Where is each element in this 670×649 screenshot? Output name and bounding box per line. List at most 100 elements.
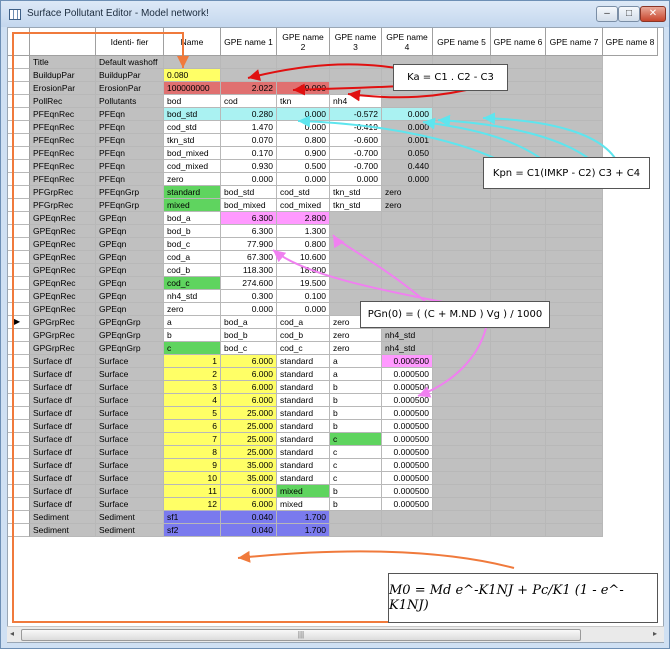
grid-cell[interactable]	[491, 251, 546, 264]
grid-cell[interactable]: zero	[330, 329, 382, 342]
grid-cell[interactable]: 0.170	[221, 147, 277, 160]
grid-cell[interactable]: 0.280	[221, 108, 277, 121]
grid-cell[interactable]	[491, 485, 546, 498]
grid-cell[interactable]: 6.000	[221, 381, 277, 394]
grid-cell[interactable]	[491, 134, 546, 147]
grid-cell[interactable]	[491, 524, 546, 537]
row-indicator[interactable]	[8, 69, 30, 82]
grid-cell[interactable]: 0.000500	[382, 407, 433, 420]
grid-cell[interactable]	[433, 394, 491, 407]
grid-cell[interactable]: 0.000	[221, 303, 277, 316]
grid-cell[interactable]: GPEqn	[96, 277, 164, 290]
grid-cell[interactable]: cod	[221, 95, 277, 108]
grid-cell[interactable]	[491, 329, 546, 342]
grid-cell[interactable]: Surface df	[30, 355, 96, 368]
grid-cell[interactable]: GPGrpRec	[30, 329, 96, 342]
grid-cell[interactable]: 1.700	[277, 511, 330, 524]
grid-cell[interactable]: c	[330, 459, 382, 472]
grid-cell[interactable]: GPEqn	[96, 303, 164, 316]
grid-cell[interactable]	[382, 251, 433, 264]
grid-cell[interactable]: cod_b	[164, 264, 221, 277]
grid-cell[interactable]: PFEqnGrp	[96, 199, 164, 212]
grid-cell[interactable]: a	[330, 368, 382, 381]
row-indicator[interactable]	[8, 264, 30, 277]
grid-cell[interactable]	[330, 238, 382, 251]
grid-cell[interactable]: PFEqnRec	[30, 173, 96, 186]
grid-cell[interactable]	[546, 446, 603, 459]
grid-cell[interactable]: GPEqn	[96, 290, 164, 303]
grid-cell[interactable]: b	[330, 498, 382, 511]
grid-cell[interactable]: standard	[277, 446, 330, 459]
grid-cell[interactable]: cod_c	[164, 277, 221, 290]
grid-cell[interactable]	[491, 355, 546, 368]
column-header[interactable]: GPE name 5	[433, 28, 491, 56]
grid-cell[interactable]: 0.000500	[382, 381, 433, 394]
grid-cell[interactable]	[382, 225, 433, 238]
grid-cell[interactable]: 2.800	[277, 212, 330, 225]
grid-cell[interactable]: bod_a	[221, 316, 277, 329]
grid-cell[interactable]: 1.470	[221, 121, 277, 134]
grid-cell[interactable]: -0.419	[330, 121, 382, 134]
grid-cell[interactable]: GPEqnRec	[30, 251, 96, 264]
grid-cell[interactable]: PFEqnRec	[30, 134, 96, 147]
grid-cell[interactable]: a	[164, 316, 221, 329]
grid-cell[interactable]	[546, 368, 603, 381]
grid-cell[interactable]: PFEqnRec	[30, 147, 96, 160]
grid-cell[interactable]: sf1	[164, 511, 221, 524]
grid-cell[interactable]	[382, 277, 433, 290]
grid-cell[interactable]	[382, 212, 433, 225]
grid-cell[interactable]: 0.100	[277, 290, 330, 303]
grid-cell[interactable]: Pollutants	[96, 95, 164, 108]
grid-cell[interactable]	[491, 446, 546, 459]
grid-cell[interactable]: 6.000	[221, 394, 277, 407]
grid-cell[interactable]: cod_mixed	[164, 160, 221, 173]
grid-cell[interactable]: PFEqn	[96, 134, 164, 147]
grid-cell[interactable]: Surface	[96, 433, 164, 446]
grid-cell[interactable]: Surface df	[30, 433, 96, 446]
grid-cell[interactable]: 0.000500	[382, 420, 433, 433]
grid-cell[interactable]: Surface df	[30, 368, 96, 381]
grid-cell[interactable]: 0.080	[164, 69, 221, 82]
grid-cell[interactable]: 6.000	[221, 485, 277, 498]
grid-cell[interactable]: PFEqn	[96, 121, 164, 134]
grid-cell[interactable]: cod_std	[277, 186, 330, 199]
grid-cell[interactable]: 0.000500	[382, 368, 433, 381]
grid-cell[interactable]: 0.000500	[382, 485, 433, 498]
grid-cell[interactable]	[546, 472, 603, 485]
grid-cell[interactable]	[491, 277, 546, 290]
grid-cell[interactable]: Surface df	[30, 472, 96, 485]
grid-cell[interactable]	[546, 433, 603, 446]
column-header[interactable]: GPE name 7	[546, 28, 603, 56]
grid-cell[interactable]	[491, 472, 546, 485]
grid-cell[interactable]: Default washoff	[96, 56, 164, 69]
grid-cell[interactable]: mixed	[164, 199, 221, 212]
grid-cell[interactable]: GPEqnRec	[30, 290, 96, 303]
grid-cell[interactable]: standard	[277, 407, 330, 420]
grid-cell[interactable]: GPEqn	[96, 212, 164, 225]
grid-cell[interactable]	[382, 264, 433, 277]
grid-cell[interactable]: GPEqnRec	[30, 212, 96, 225]
grid-cell[interactable]	[491, 381, 546, 394]
grid-cell[interactable]	[546, 459, 603, 472]
grid-cell[interactable]	[433, 498, 491, 511]
grid-cell[interactable]: GPEqnGrp	[96, 316, 164, 329]
grid-cell[interactable]: PFEqn	[96, 147, 164, 160]
grid-cell[interactable]: nh4	[330, 95, 382, 108]
grid-cell[interactable]: Title	[30, 56, 96, 69]
grid-cell[interactable]: Surface	[96, 498, 164, 511]
grid-cell[interactable]	[382, 511, 433, 524]
grid-cell[interactable]: PFEqnRec	[30, 108, 96, 121]
grid-cell[interactable]: b	[164, 329, 221, 342]
row-indicator[interactable]	[8, 290, 30, 303]
row-indicator[interactable]	[8, 472, 30, 485]
row-indicator[interactable]	[8, 212, 30, 225]
grid-cell[interactable]: PFEqnRec	[30, 121, 96, 134]
grid-cell[interactable]	[433, 121, 491, 134]
scroll-thumb[interactable]: |||	[21, 629, 581, 641]
grid-cell[interactable]	[330, 524, 382, 537]
grid-cell[interactable]: 118.300	[221, 264, 277, 277]
grid-cell[interactable]	[433, 95, 491, 108]
grid-cell[interactable]: Surface	[96, 381, 164, 394]
row-indicator[interactable]	[8, 433, 30, 446]
grid-cell[interactable]	[433, 108, 491, 121]
